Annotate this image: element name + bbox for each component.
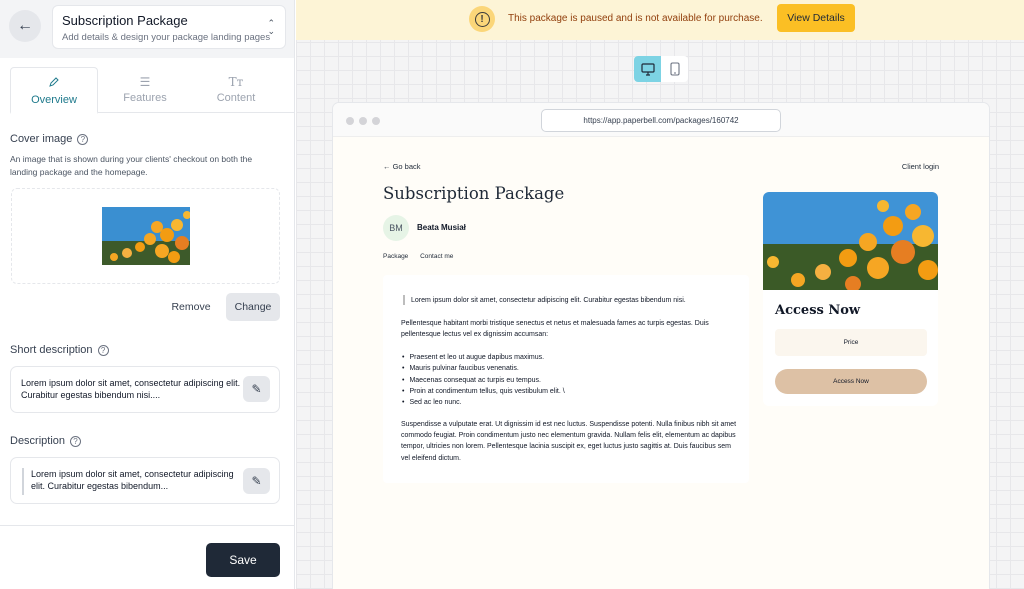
client-login-link[interactable]: Client login — [902, 162, 939, 171]
pencil-icon: ✎ — [251, 474, 262, 488]
go-back-link[interactable]: ← Go back — [383, 162, 421, 171]
browser-preview: https://app.paperbell.com/packages/16074… — [333, 103, 989, 589]
description-field[interactable]: Lorem ipsum dolor sit amet, consectetur … — [10, 457, 280, 504]
desktop-icon — [640, 62, 655, 76]
edit-description-button[interactable]: ✎ — [243, 468, 270, 494]
remove-cover-button[interactable]: Remove — [164, 294, 218, 320]
cover-image-thumbnail — [102, 207, 190, 265]
list-icon: ☰ — [139, 75, 151, 89]
chevron-up-down-icon: ⌃ ⌄ — [267, 18, 275, 36]
banner-message: This package is paused and is not availa… — [508, 13, 763, 24]
view-details-button[interactable]: View Details — [777, 4, 855, 32]
access-title: Access Now — [775, 303, 861, 318]
short-description-title: Short description ? — [10, 344, 109, 356]
window-dot — [346, 117, 354, 125]
tab-overview[interactable]: Overview — [10, 67, 98, 114]
description-title: Description ? — [10, 435, 82, 447]
help-icon[interactable]: ? — [70, 435, 82, 447]
description-paragraph-1: Pellentesque habitant morbi tristique se… — [401, 320, 709, 339]
short-description-label: Short description — [10, 344, 93, 356]
landing-page-title: Subscription Package — [383, 184, 565, 203]
paused-banner: ! This package is paused and is not avai… — [296, 0, 1024, 40]
description-paragraph-2: Suspendisse a vulputate erat. Ut digniss… — [401, 421, 737, 462]
warning-icon: ! — [469, 6, 495, 32]
window-dot — [359, 117, 367, 125]
nav-package[interactable]: Package — [383, 253, 408, 260]
blockquote-bar — [22, 468, 24, 495]
save-button[interactable]: Save — [206, 543, 280, 577]
help-icon[interactable]: ? — [97, 344, 109, 356]
window-dot — [372, 117, 380, 125]
pencil-icon: ✎ — [251, 382, 262, 396]
tab-features[interactable]: ☰ Features — [101, 67, 189, 113]
coach-name: Beata Musiał — [417, 223, 466, 232]
editor-panel: ← Subscription Package Add details & des… — [0, 0, 295, 589]
list-item: Mauris pulvinar faucibus venenatis. — [409, 363, 565, 374]
tab-content[interactable]: Tт Content — [192, 67, 280, 113]
url-bar: https://app.paperbell.com/packages/16074… — [541, 109, 781, 132]
arrow-left-icon: ← — [17, 17, 33, 34]
list-item: Proin at condimentum tellus, quis vestib… — [409, 386, 564, 397]
cover-image-label: Cover image — [10, 133, 73, 145]
description-list: Praesent et leo ut augue dapibus maximus… — [409, 352, 565, 408]
text-size-icon: Tт — [228, 75, 244, 89]
description-card: Lorem ipsum dolor sit amet, consectetur … — [383, 275, 749, 483]
short-description-field[interactable]: Lorem ipsum dolor sit amet, consectetur … — [10, 366, 280, 413]
change-cover-button[interactable]: Change — [226, 293, 280, 321]
package-subtitle: Add details & design your package landin… — [62, 32, 271, 43]
access-now-button[interactable]: Access Now — [775, 369, 927, 394]
list-item: Sed ac leo nunc. — [409, 397, 565, 408]
desktop-view-button[interactable] — [634, 56, 661, 82]
tab-features-label: Features — [123, 92, 167, 104]
price-display: Price — [775, 329, 927, 356]
avatar: BM — [383, 215, 409, 241]
cover-image-title: Cover image ? — [10, 133, 89, 145]
short-description-value: Lorem ipsum dolor sit amet, consectetur … — [21, 378, 241, 400]
tab-content-label: Content — [216, 92, 256, 104]
editor-header: ← Subscription Package Add details & des… — [0, 0, 294, 58]
cover-image-dropzone[interactable] — [11, 188, 280, 284]
mobile-icon — [669, 62, 680, 76]
pencil-icon — [11, 76, 97, 91]
landing-nav: Package Contact me — [383, 253, 463, 260]
mobile-view-button[interactable] — [661, 56, 688, 82]
nav-contact-me[interactable]: Contact me — [420, 253, 453, 260]
tab-overview-label: Overview — [31, 94, 77, 106]
edit-short-description-button[interactable]: ✎ — [243, 376, 270, 402]
editor-tabs: Overview ☰ Features Tт Content — [10, 67, 295, 114]
list-item: Maecenas consequat ac turpis eu tempus. — [409, 375, 565, 386]
blockquote-bar — [403, 295, 405, 305]
description-quote: Lorem ipsum dolor sit amet, consectetur … — [411, 297, 686, 304]
back-button[interactable]: ← — [9, 10, 41, 42]
package-title: Subscription Package — [62, 13, 188, 28]
access-card: Access Now Price Access Now — [763, 192, 938, 406]
package-selector[interactable]: Subscription Package Add details & desig… — [52, 5, 286, 49]
editor-footer: Save — [0, 525, 295, 589]
description-value: Lorem ipsum dolor sit amet, consectetur … — [31, 469, 234, 491]
cover-image — [763, 192, 938, 292]
help-icon[interactable]: ? — [77, 133, 89, 145]
device-toggle — [634, 56, 688, 82]
cover-image-description: An image that is shown during your clien… — [10, 154, 253, 177]
description-label: Description — [10, 435, 66, 447]
browser-chrome: https://app.paperbell.com/packages/16074… — [333, 103, 989, 137]
preview-area: ! This package is paused and is not avai… — [296, 0, 1024, 589]
list-item: Praesent et leo ut augue dapibus maximus… — [409, 352, 565, 363]
